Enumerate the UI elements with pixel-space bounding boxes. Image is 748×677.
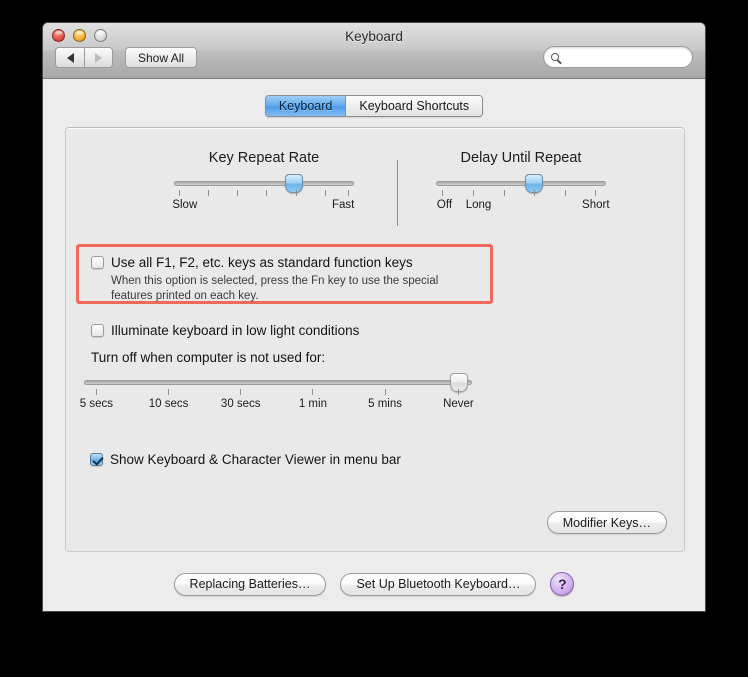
show-viewer-checkbox[interactable] bbox=[90, 453, 103, 466]
backlight-tick-1: 10 secs bbox=[148, 398, 189, 410]
key-repeat-rate-slider[interactable] bbox=[174, 174, 354, 193]
backlight-tick-4: 5 mins bbox=[368, 398, 403, 410]
forward-arrow-icon bbox=[95, 52, 102, 63]
tab-keyboard[interactable]: Keyboard bbox=[265, 96, 346, 116]
system-preferences-window: Keyboard Show All Keyboard Keyboard Shor… bbox=[42, 22, 706, 612]
fn-keys-checkbox-row[interactable]: Use all F1, F2, etc. keys as standard fu… bbox=[91, 256, 486, 270]
backlight-timeout-slider[interactable] bbox=[84, 373, 472, 392]
delay-long-label: Long bbox=[465, 199, 492, 211]
show-all-button[interactable]: Show All bbox=[125, 47, 198, 68]
key-repeat-rate-block: Key Repeat Rate Slow Fast bbox=[172, 150, 355, 215]
forward-button bbox=[84, 47, 113, 68]
tab-bar: Keyboard Keyboard Shortcuts bbox=[264, 95, 484, 117]
nav-button-group bbox=[55, 47, 113, 68]
delay-until-repeat-block: Delay Until Repeat Off Long Short bbox=[436, 150, 610, 215]
search-input[interactable] bbox=[564, 50, 684, 64]
delay-until-repeat-slider[interactable] bbox=[436, 174, 606, 193]
delay-short-label: Short bbox=[582, 199, 610, 211]
slider-divider bbox=[397, 160, 398, 226]
turn-off-label: Turn off when computer is not used for: bbox=[91, 350, 326, 365]
backlight-timeout-block: 5 secs 10 secs 30 secs 1 min 5 mins Neve… bbox=[80, 373, 474, 414]
backlight-timeout-labels: 5 secs 10 secs 30 secs 1 min 5 mins Neve… bbox=[80, 398, 474, 414]
fn-keys-option: Use all F1, F2, etc. keys as standard fu… bbox=[91, 256, 486, 304]
help-button[interactable]: ? bbox=[550, 572, 575, 596]
window-titlebar: Keyboard Show All bbox=[43, 23, 705, 79]
backlight-tick-5: Never bbox=[443, 398, 474, 410]
delay-until-repeat-ticks bbox=[436, 190, 606, 199]
window-footer: Replacing Batteries… Set Up Bluetooth Ke… bbox=[43, 572, 705, 596]
search-field[interactable] bbox=[543, 46, 693, 68]
key-repeat-rate-title: Key Repeat Rate bbox=[208, 150, 320, 166]
backlight-timeout-ticks bbox=[84, 389, 472, 398]
fn-keys-label: Use all F1, F2, etc. keys as standard fu… bbox=[111, 255, 413, 270]
settings-group-box: Key Repeat Rate Slow Fast Delay Until Re… bbox=[65, 127, 685, 552]
key-repeat-rate-ticks bbox=[174, 190, 354, 199]
tab-keyboard-shortcuts[interactable]: Keyboard Shortcuts bbox=[345, 96, 483, 116]
show-viewer-checkbox-row[interactable]: Show Keyboard & Character Viewer in menu… bbox=[90, 453, 401, 467]
modifier-keys-button[interactable]: Modifier Keys… bbox=[546, 511, 667, 534]
delay-until-repeat-title: Delay Until Repeat bbox=[460, 150, 582, 166]
window-title: Keyboard bbox=[345, 29, 403, 44]
back-arrow-icon bbox=[66, 52, 74, 63]
delay-off-label: Off bbox=[436, 199, 453, 211]
show-viewer-label: Show Keyboard & Character Viewer in menu… bbox=[110, 452, 401, 467]
search-icon bbox=[551, 53, 559, 61]
tab-bar-wrapper: Keyboard Keyboard Shortcuts bbox=[43, 95, 705, 117]
backlight-tick-0: 5 secs bbox=[79, 398, 114, 410]
back-button[interactable] bbox=[55, 47, 84, 68]
illuminate-checkbox[interactable] bbox=[91, 324, 104, 337]
backlight-tick-3: 1 min bbox=[298, 398, 327, 410]
illuminate-label: Illuminate keyboard in low light conditi… bbox=[111, 323, 360, 338]
fn-keys-checkbox[interactable] bbox=[91, 256, 104, 269]
setup-bluetooth-keyboard-button[interactable]: Set Up Bluetooth Keyboard… bbox=[340, 572, 537, 596]
replacing-batteries-button[interactable]: Replacing Batteries… bbox=[173, 572, 327, 596]
illuminate-checkbox-row[interactable]: Illuminate keyboard in low light conditi… bbox=[91, 324, 359, 338]
key-repeat-rate-labels: Slow Fast bbox=[172, 199, 355, 215]
delay-until-repeat-labels: Off Long Short bbox=[436, 199, 610, 215]
preferences-content: Keyboard Keyboard Shortcuts Key Repeat R… bbox=[43, 79, 705, 611]
backlight-tick-2: 30 secs bbox=[220, 398, 261, 410]
navigation-toolbar: Show All bbox=[55, 47, 198, 68]
key-repeat-max-label: Fast bbox=[332, 199, 355, 211]
key-repeat-min-label: Slow bbox=[172, 199, 198, 211]
fn-keys-note: When this option is selected, press the … bbox=[111, 275, 439, 302]
